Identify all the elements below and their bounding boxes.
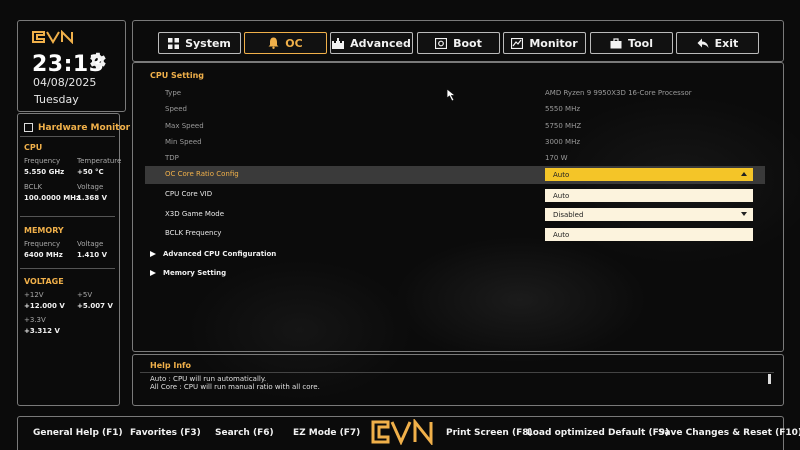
tdp-value: 170 W [545,154,568,162]
memory-voltage-value: 1.410 V [77,251,107,259]
submenu-label: Advanced CPU Configuration [163,250,277,258]
settings-panel [132,62,784,352]
dropdown-arrow-icon [741,212,747,216]
tab-advanced[interactable]: Advanced [330,32,413,54]
boot-icon [435,37,448,49]
tdp-label: TDP [165,154,179,162]
toolbox-icon [610,37,622,48]
tab-tool[interactable]: Tool [590,32,673,54]
load-optimized-default-button[interactable]: Load optimized Default (F9) [527,428,669,438]
general-help-button[interactable]: General Help (F1) [33,428,123,438]
memory-section-title: MEMORY [24,226,64,235]
grid-icon [168,37,180,49]
tab-boot[interactable]: Boot [417,32,500,54]
memory-frequency-label: Frequency [24,240,61,248]
gear-icon[interactable] [86,50,108,72]
v33-label: +3.3V [24,316,46,324]
cpu-voltage-label: Voltage [77,183,104,191]
type-label: Type [165,89,182,97]
x3d-game-mode-select[interactable]: Disabled [545,208,753,221]
v12-value: +12.000 V [24,302,65,310]
tab-label: System [185,36,231,50]
search-button[interactable]: Search (F6) [215,428,274,438]
cpu-section-title: CPU [24,143,43,152]
field-value: Auto [553,191,570,200]
cvn-logo [32,30,73,44]
speed-label: Speed [165,105,187,113]
v5-label: +5V [77,291,93,299]
save-changes-reset-button[interactable]: Save Changes & Reset (F10) [658,428,800,438]
oc-core-ratio-config-label[interactable]: OC Core Ratio Config [165,170,239,178]
ez-mode-button[interactable]: EZ Mode (F7) [293,428,360,438]
divider [20,136,115,137]
speed-value: 5550 MHz [545,105,581,113]
tab-exit[interactable]: Exit [676,32,759,54]
v33-value: +3.312 V [24,327,60,335]
max-speed-value: 5750 MHZ [545,122,582,130]
tab-oc[interactable]: OC [244,32,327,54]
field-value: Disabled [553,210,584,219]
tab-label: OC [285,36,303,50]
cpu-temperature-label: Temperature [77,157,122,165]
divider [20,268,115,269]
cpu-voltage-value: 1.368 V [77,194,107,202]
bell-icon [268,37,279,49]
voltage-section-title: VOLTAGE [24,277,64,286]
tab-system[interactable]: System [158,32,241,54]
cpu-setting-title: CPU Setting [150,71,205,80]
print-screen-button[interactable]: Print Screen (F8) [446,428,533,438]
tab-label: Exit [714,36,739,50]
hardware-monitor-title: Hardware Monitor [38,123,131,133]
memory-frequency-value: 6400 MHz [24,251,63,259]
tab-label: Monitor [529,36,578,50]
help-info-title: Help Info [150,361,192,370]
type-value: AMD Ryzen 9 9950X3D 16-Core Processor [545,89,692,97]
clock-date: 04/08/2025 [33,76,97,89]
clock-day: Tuesday [34,93,79,106]
min-speed-value: 3000 MHz [545,138,581,146]
castle-icon [332,37,345,49]
mouse-cursor-icon [446,88,457,102]
help-line-2: All Core : CPU will run manual ratio wit… [150,383,320,391]
cpu-bclk-label: BCLK [24,183,43,191]
divider [20,216,115,217]
tab-label: Boot [453,36,482,50]
monitor-icon [24,123,33,132]
bclk-frequency-input[interactable]: Auto [545,228,753,241]
field-value: Auto [553,170,570,179]
tab-monitor[interactable]: Monitor [503,32,586,54]
oc-core-ratio-config-select[interactable]: Auto [545,168,753,181]
cpu-frequency-value: 5.550 GHz [24,168,65,176]
cpu-core-vid-input[interactable]: Auto [545,189,753,202]
tab-label: Tool [628,36,653,50]
help-scrollbar[interactable] [768,374,771,384]
cpu-core-vid-label[interactable]: CPU Core VID [165,190,212,198]
v12-label: +12V [24,291,44,299]
help-line-1: Auto : CPU will run automatically. [150,375,267,383]
submenu-label: Memory Setting [163,269,227,277]
bclk-frequency-label[interactable]: BCLK Frequency [165,229,221,237]
submenu-arrow-icon [150,251,156,257]
tab-label: Advanced [350,36,411,50]
memory-voltage-label: Voltage [77,240,104,248]
divider [140,372,774,373]
dropdown-arrow-icon [741,172,747,176]
cpu-frequency-label: Frequency [24,157,61,165]
monitor-icon [511,37,524,49]
submenu-advanced-cpu-configuration[interactable]: Advanced CPU Configuration [150,250,276,258]
cpu-temperature-value: +50 °C [77,168,104,176]
submenu-memory-setting[interactable]: Memory Setting [150,269,226,277]
submenu-arrow-icon [150,270,156,276]
max-speed-label: Max Speed [165,122,204,130]
cvn-footer-logo [371,419,433,445]
field-value: Auto [553,230,570,239]
x3d-game-mode-label[interactable]: X3D Game Mode [165,210,224,218]
favorites-button[interactable]: Favorites (F3) [130,428,201,438]
cpu-bclk-value: 100.0000 MHz [24,194,81,202]
back-arrow-icon [697,38,709,48]
min-speed-label: Min Speed [165,138,202,146]
v5-value: +5.007 V [77,302,113,310]
